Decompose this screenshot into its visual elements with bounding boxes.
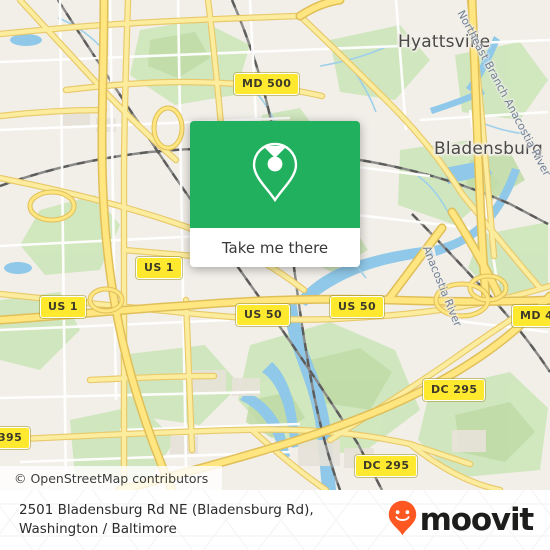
map-screenshot-page: Hyattsville Bladensburg Northeast Branch… [0, 0, 550, 550]
map-shield-dc-295-b[interactable]: DC 295 [355, 455, 418, 477]
map-shield-us-50-a[interactable]: US 50 [236, 304, 290, 326]
address-block: 2501 Bladensburg Rd NE (Bladensburg Rd),… [19, 501, 314, 539]
osm-attribution[interactable]: © OpenStreetMap contributors [0, 466, 223, 490]
footer-content: 2501 Bladensburg Rd NE (Bladensburg Rd),… [0, 490, 550, 550]
moovit-wordmark: moovit [419, 501, 535, 538]
take-me-there-button[interactable]: Take me there [190, 228, 360, 267]
address-line-1: 2501 Bladensburg Rd NE (Bladensburg Rd), [19, 502, 314, 518]
footer-bar: 2501 Bladensburg Rd NE (Bladensburg Rd),… [0, 490, 550, 550]
map-shield-md-450[interactable]: MD 450 [512, 305, 550, 327]
address-line-2: Washington / Baltimore [19, 521, 177, 537]
take-me-there-label: Take me there [221, 238, 329, 257]
moovit-pin-icon [388, 500, 417, 541]
map-shield-md-500[interactable]: MD 500 [234, 73, 300, 95]
map-canvas[interactable]: Hyattsville Bladensburg Northeast Branch… [0, 0, 550, 490]
map-shield-us-1-a[interactable]: US 1 [136, 257, 182, 279]
map-shield-us-1-b[interactable]: US 1 [40, 296, 86, 318]
map-shield-i-395[interactable]: 395 [0, 427, 31, 449]
moovit-brand[interactable]: moovit [388, 500, 535, 541]
osm-attribution-label: © OpenStreetMap contributors [14, 470, 209, 486]
popup-pointer-tail [263, 146, 287, 158]
popup-icon-area [190, 121, 360, 228]
location-popup-card[interactable]: Take me there [190, 121, 360, 267]
map-shield-dc-295-a[interactable]: DC 295 [423, 379, 486, 401]
map-shield-us-50-b[interactable]: US 50 [330, 296, 384, 318]
